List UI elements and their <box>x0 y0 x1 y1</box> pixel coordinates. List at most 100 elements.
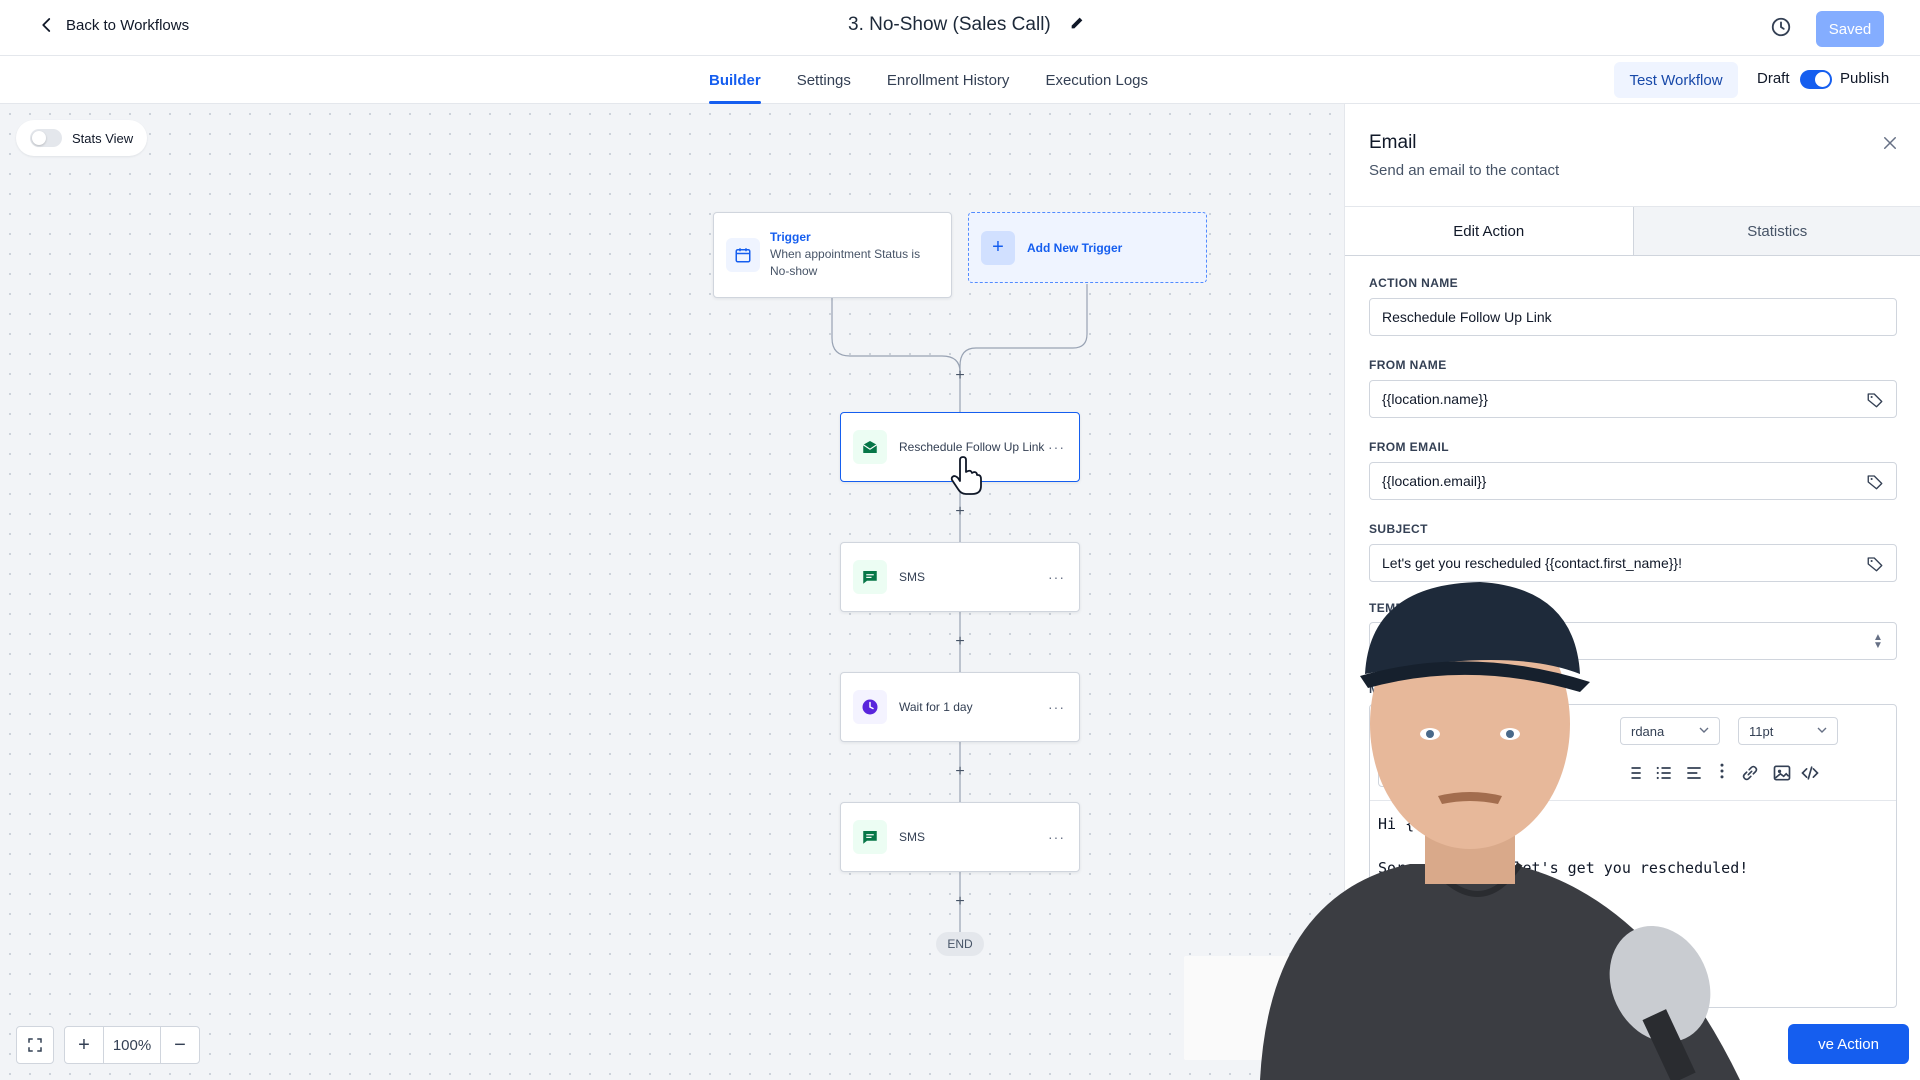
end-marker: END <box>936 932 984 956</box>
workflow-title: 3. No-Show (Sales Call) <box>848 14 1051 35</box>
add-step-plus-icon[interactable]: + <box>953 894 967 910</box>
overlay-card <box>1184 956 1354 1060</box>
saved-button[interactable]: Saved <box>1816 11 1884 47</box>
calendar-icon <box>726 238 760 272</box>
add-step-plus-icon[interactable]: + <box>953 504 967 520</box>
tag-icon[interactable] <box>1866 473 1884 491</box>
step-label: Reschedule Follow Up Link <box>899 440 1045 454</box>
save-action-button[interactable]: ve Action <box>1788 1024 1909 1064</box>
action-name-input[interactable]: Reschedule Follow Up Link <box>1369 298 1897 336</box>
font-size-value: 11pt <box>1749 723 1774 739</box>
tab-edit-action[interactable]: Edit Action <box>1345 207 1633 255</box>
version-history-icon[interactable] <box>1770 16 1792 38</box>
step-label: SMS <box>899 570 926 584</box>
more-options-icon[interactable]: ··· <box>1048 699 1065 715</box>
add-step-plus-icon[interactable]: + <box>953 634 967 650</box>
paragraph-style-value: Paragr... <box>1389 765 1439 781</box>
step-label: Wait for 1 day <box>899 700 973 714</box>
numbered-list-icon[interactable] <box>1654 763 1674 783</box>
zoom-level: 100% <box>103 1027 161 1063</box>
message-line: Sorry you ll - let's get you rescheduled… <box>1378 859 1749 877</box>
templates-select[interactable]: Select Temp ▲ ▼ <box>1369 622 1897 660</box>
workflow-step-wait[interactable]: Wait for 1 day ··· <box>840 672 1080 742</box>
chevron-down-icon <box>1817 727 1827 733</box>
add-step-plus-icon[interactable]: + <box>953 764 967 780</box>
message-line: Y ck for you by clicking <box>1378 903 1595 921</box>
workflow-canvas[interactable]: Stats View + + + + + Trigger When appoin… <box>0 104 1344 1080</box>
from-name-input[interactable]: {{location.name}} <box>1369 380 1897 418</box>
chevron-left-icon <box>42 18 51 32</box>
action-name-label: ACTION NAME <box>1369 276 1459 290</box>
email-icon <box>853 430 887 464</box>
expand-icon <box>28 1038 42 1052</box>
message-body[interactable]: Hi {{contact Sorry you ll - let's get yo… <box>1378 813 1888 945</box>
action-editor-panel: Email Send an email to the contact Edit … <box>1344 104 1920 1080</box>
message-line: Hi {{contact <box>1378 815 1487 833</box>
tag-icon[interactable] <box>1380 719 1400 739</box>
code-icon[interactable] <box>1800 763 1820 783</box>
sms-icon <box>853 820 887 854</box>
plus-icon: + <box>981 230 1015 265</box>
tab-statistics[interactable]: Statistics <box>1632 207 1920 255</box>
back-to-workflows-link[interactable]: Back to Workflows <box>38 16 189 34</box>
chevron-down-icon <box>1699 727 1709 733</box>
templates-label: TEMPLATES <box>1369 601 1445 615</box>
fit-to-screen-button[interactable] <box>16 1026 54 1064</box>
tab-execution-logs[interactable]: Execution Logs <box>1045 56 1148 104</box>
back-label: Back to Workflows <box>66 16 190 34</box>
draft-label: Draft <box>1757 70 1790 87</box>
subject-input[interactable]: Let's get you rescheduled {{contact.firs… <box>1369 544 1897 582</box>
publish-toggle[interactable] <box>1800 70 1832 89</box>
workflow-step-sms[interactable]: SMS ··· <box>840 802 1080 872</box>
edit-title-icon[interactable] <box>1069 15 1085 36</box>
tag-icon[interactable] <box>1866 555 1884 573</box>
from-email-label: FROM EMAIL <box>1369 440 1449 454</box>
top-header: Back to Workflows 3. No-Show (Sales Call… <box>0 0 1920 56</box>
align-icon[interactable] <box>1684 763 1704 783</box>
more-vertical-icon[interactable] <box>1712 761 1732 781</box>
trigger-title: Trigger <box>770 230 811 244</box>
zoom-out-button[interactable]: − <box>161 1027 199 1063</box>
panel-title: Email <box>1369 132 1417 153</box>
close-icon[interactable] <box>1881 134 1899 152</box>
tab-enrollment-history[interactable]: Enrollment History <box>887 56 1010 104</box>
sms-icon <box>853 560 887 594</box>
subject-value: Let's get you rescheduled {{contact.firs… <box>1382 555 1682 571</box>
tab-builder[interactable]: Builder <box>709 56 761 104</box>
zoom-in-button[interactable]: + <box>65 1027 103 1063</box>
workflow-tab-bar: Builder Settings Enrollment History Exec… <box>0 56 1920 104</box>
link-icon[interactable] <box>1740 763 1760 783</box>
trigger-description: When appointment Status is No-show <box>770 247 921 278</box>
add-step-plus-icon[interactable]: + <box>953 368 967 384</box>
paragraph-style-select[interactable]: Paragr... <box>1378 759 1458 787</box>
font-family-value: rdana <box>1631 723 1665 739</box>
lightning-icon[interactable] <box>1410 719 1430 739</box>
image-icon[interactable] <box>1772 763 1792 783</box>
tab-settings[interactable]: Settings <box>797 56 851 104</box>
bulleted-list-icon[interactable] <box>1624 763 1644 783</box>
more-options-icon[interactable]: ··· <box>1048 829 1065 845</box>
clock-icon <box>853 690 887 724</box>
editor-toolbar: rdana 11pt Paragr... <box>1370 705 1896 801</box>
trigger-node[interactable]: Trigger When appointment Status is No-sh… <box>713 212 952 298</box>
add-new-trigger-button[interactable]: + Add New Trigger <box>968 212 1207 283</box>
font-family-select[interactable]: rdana <box>1620 717 1720 745</box>
panel-subtitle: Send an email to the contact <box>1369 162 1560 179</box>
from-name-value: {{location.name}} <box>1382 391 1488 407</box>
subject-label: SUBJECT <box>1369 522 1428 536</box>
font-size-select[interactable]: 11pt <box>1738 717 1838 745</box>
add-trigger-label: Add New Trigger <box>1027 240 1123 255</box>
workflow-step-sms[interactable]: SMS ··· <box>840 542 1080 612</box>
zoom-controls: + 100% − <box>16 1026 200 1064</box>
zoom-group: + 100% − <box>64 1026 200 1064</box>
step-label: SMS <box>899 830 926 844</box>
from-email-input[interactable]: {{location.email}} <box>1369 462 1897 500</box>
message-label: MESSAGE <box>1369 682 1432 696</box>
templates-placeholder: Select Temp <box>1382 633 1459 649</box>
tag-icon[interactable] <box>1866 391 1884 409</box>
panel-tabs: Edit Action Statistics <box>1345 206 1920 256</box>
message-editor[interactable]: rdana 11pt Paragr... Hi {{contact Sorry … <box>1369 704 1897 1008</box>
more-options-icon[interactable]: ··· <box>1048 439 1065 455</box>
more-options-icon[interactable]: ··· <box>1048 569 1065 585</box>
test-workflow-button[interactable]: Test Workflow <box>1614 62 1738 98</box>
